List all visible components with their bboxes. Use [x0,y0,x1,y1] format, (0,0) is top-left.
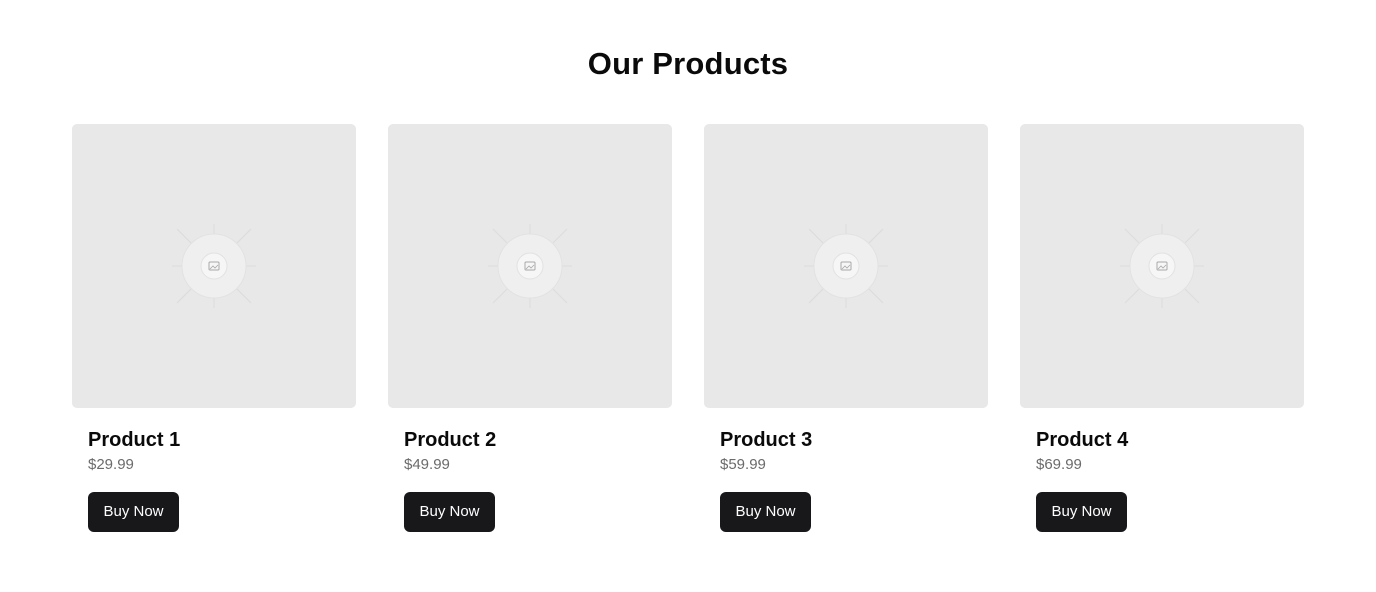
product-image-placeholder [388,124,672,408]
buy-now-button[interactable]: Buy Now [720,492,811,532]
image-placeholder-icon [1120,224,1204,308]
buy-now-button[interactable]: Buy Now [404,492,495,532]
product-card-body: Product 2 $49.99 Buy Now [388,428,672,532]
product-name: Product 3 [720,429,813,451]
product-card: Product 3 $59.99 Buy Now [704,124,988,532]
product-image-placeholder [1020,124,1304,408]
section-title: Our Products [587,46,789,81]
product-name: Product 1 [88,429,181,451]
product-image-placeholder [704,124,988,408]
product-card: Product 2 $49.99 Buy Now [388,124,672,532]
image-placeholder-icon [172,224,256,308]
product-name: Product 4 [1036,429,1129,451]
product-image-placeholder [72,124,356,408]
product-price: $49.99 [404,456,450,473]
buy-now-button[interactable]: Buy Now [1036,492,1127,532]
product-price: $29.99 [88,456,134,473]
product-price: $59.99 [720,456,766,473]
product-card-body: Product 1 $29.99 Buy Now [72,428,356,532]
product-price: $69.99 [1036,456,1082,473]
buy-now-button[interactable]: Buy Now [88,492,179,532]
product-name: Product 2 [404,429,497,451]
product-card-body: Product 3 $59.99 Buy Now [704,428,988,532]
product-card-body: Product 4 $69.99 Buy Now [1020,428,1304,532]
product-card: Product 4 $69.99 Buy Now [1020,124,1304,532]
image-placeholder-icon [804,224,888,308]
products-page: Our Products Product 1 $29.99 Buy Now Pr… [0,0,1376,592]
product-card: Product 1 $29.99 Buy Now [72,124,356,532]
product-grid: Product 1 $29.99 Buy Now Product 2 $49.9… [72,124,1304,532]
image-placeholder-icon [488,224,572,308]
